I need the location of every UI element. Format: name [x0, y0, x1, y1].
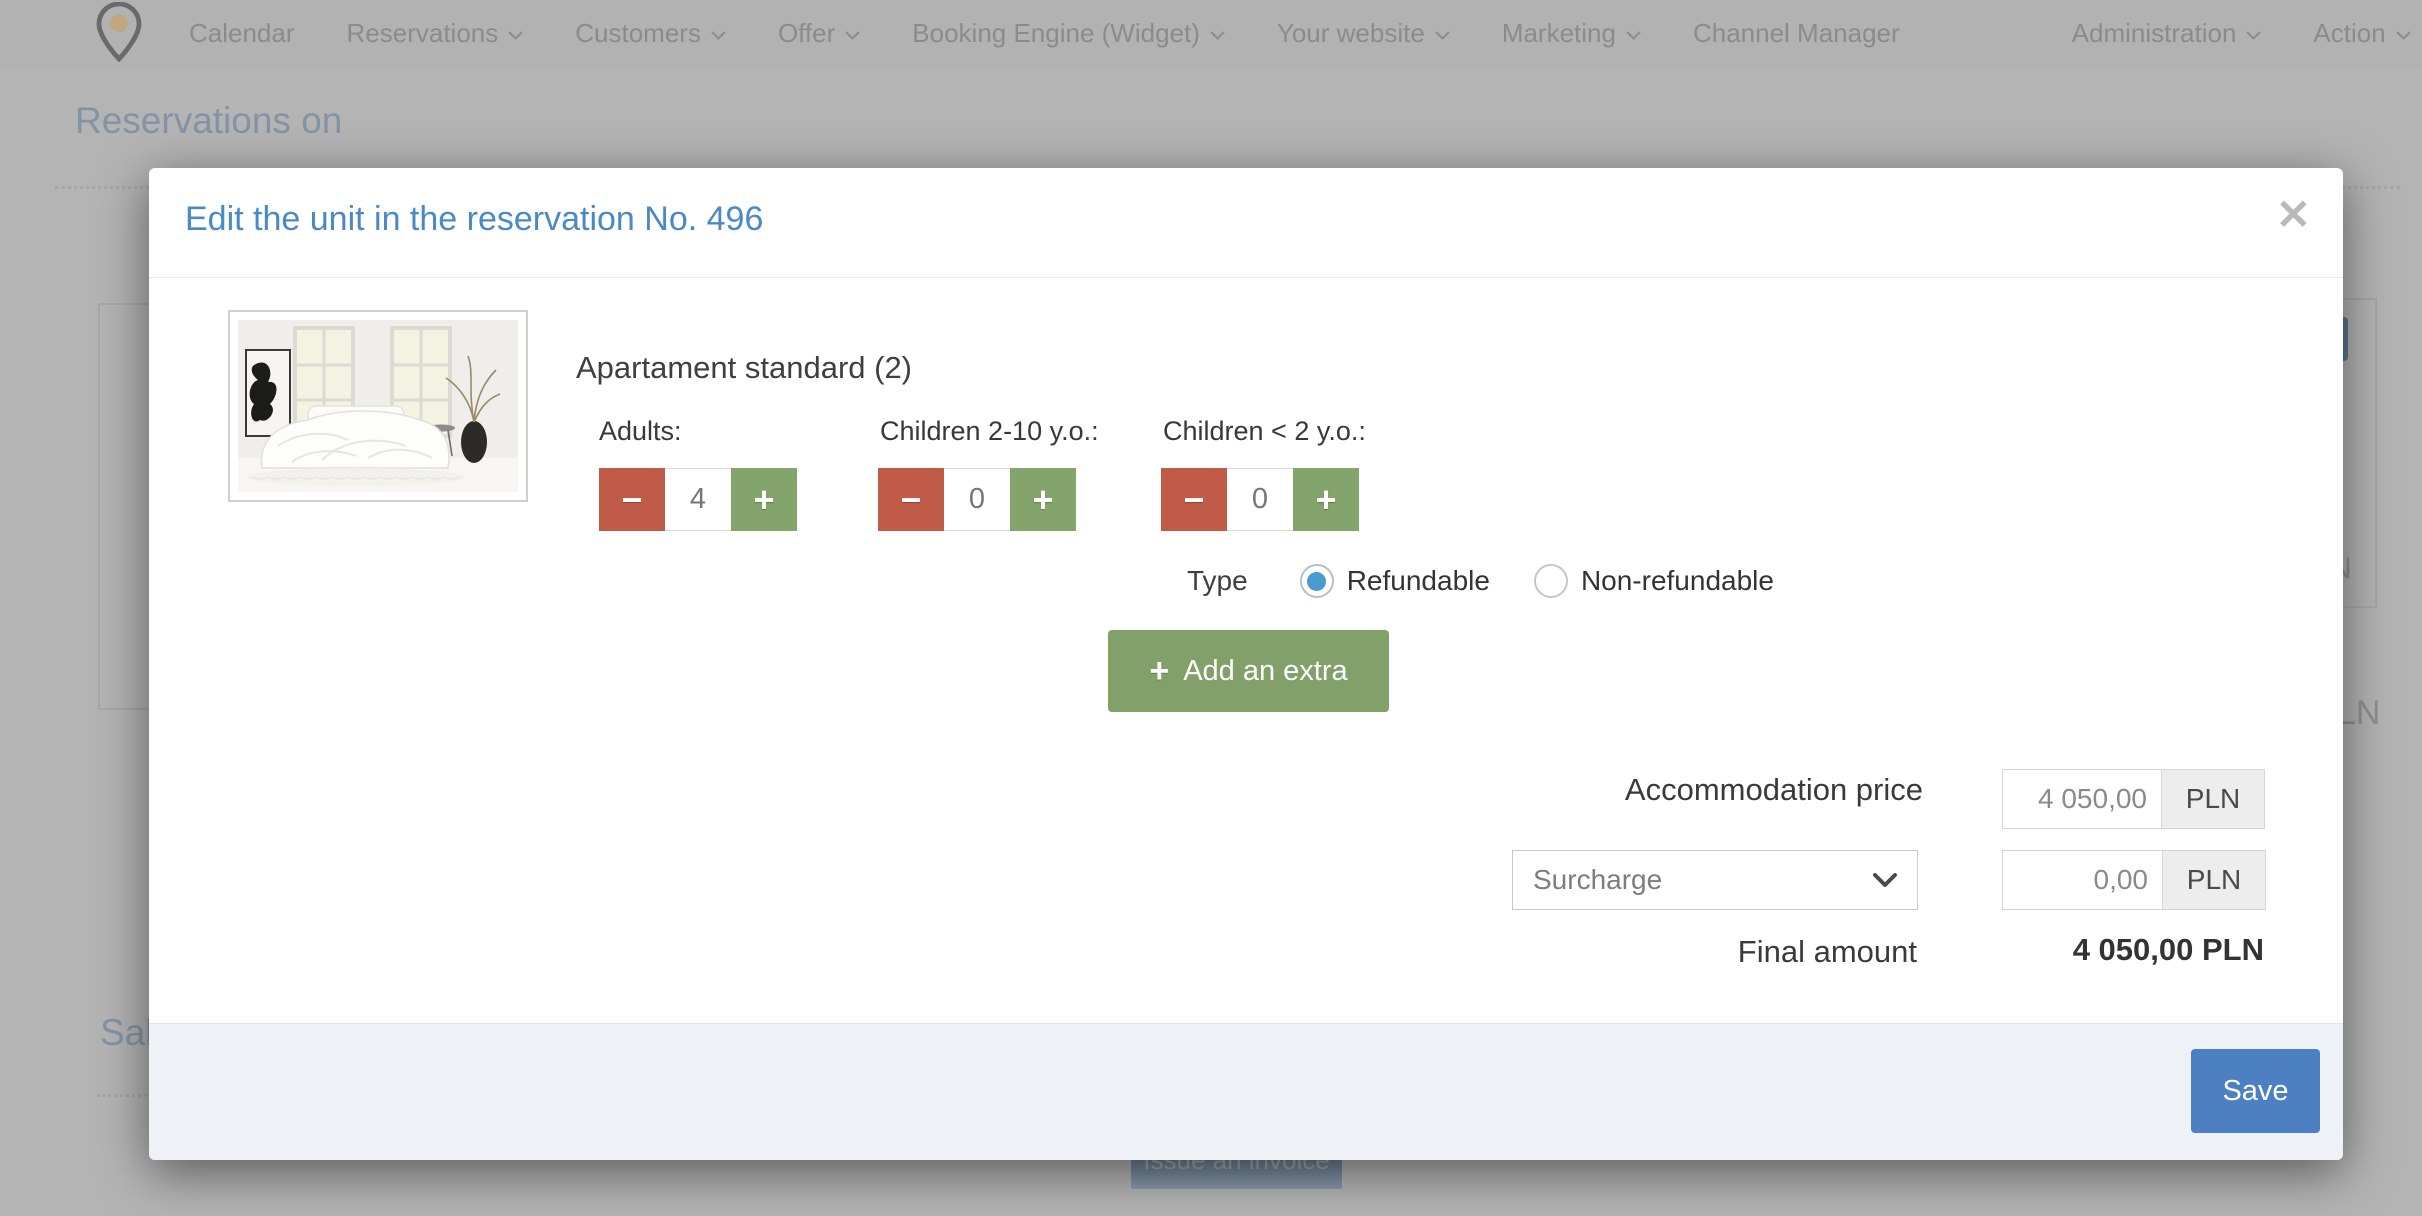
add-extra-label: Add an extra: [1183, 655, 1347, 688]
unit-name: Apartament standard (2): [576, 350, 912, 386]
nav-item-channel-manager[interactable]: Channel Manager: [1667, 18, 1926, 49]
surcharge-amount-group: PLN: [2002, 850, 2266, 910]
top-nav: Calendar Reservations Customers Offer Bo…: [0, 0, 2422, 66]
surcharge-selected-option: Surcharge: [1533, 864, 1662, 896]
type-label: Type: [1187, 565, 1248, 597]
children-2-10-count-input[interactable]: [944, 468, 1010, 531]
nav-item-label: Calendar: [189, 18, 295, 49]
radio-label: Refundable: [1347, 565, 1490, 597]
nav-list: Calendar Reservations Customers Offer Bo…: [163, 18, 2422, 49]
radio-unselected-icon: [1534, 564, 1568, 598]
chevron-down-icon: [508, 31, 523, 40]
nav-item-label: Your website: [1277, 18, 1425, 49]
nav-item-label: Channel Manager: [1693, 18, 1900, 49]
nav-item-calendar[interactable]: Calendar: [163, 18, 321, 49]
nav-item-administration[interactable]: Administration: [2046, 18, 2288, 49]
surcharge-select[interactable]: Surcharge: [1512, 850, 1918, 910]
children-under-2-stepper: − +: [1161, 468, 1359, 531]
nav-item-label: Administration: [2072, 18, 2237, 49]
children-2-10-stepper: − +: [878, 468, 1076, 531]
nav-item-label: Customers: [575, 18, 701, 49]
nav-item-customers[interactable]: Customers: [549, 18, 752, 49]
type-row: Type Refundable Non-refundable: [1187, 564, 1818, 598]
children-2-10-label: Children 2-10 y.o.:: [880, 416, 1099, 447]
final-amount-value: 4 050,00 PLN: [2073, 932, 2264, 968]
nav-item-marketing[interactable]: Marketing: [1476, 18, 1667, 49]
nav-item-reservations[interactable]: Reservations: [321, 18, 550, 49]
background-text-fragment: LN: [2337, 694, 2380, 733]
radio-non-refundable[interactable]: Non-refundable: [1534, 564, 1774, 598]
chevron-down-icon: [1626, 31, 1641, 40]
nav-item-label: Booking Engine (Widget): [912, 18, 1200, 49]
nav-item-offer[interactable]: Offer: [752, 18, 886, 49]
nav-item-label: Action: [2313, 18, 2385, 49]
children-under-2-label: Children < 2 y.o.:: [1163, 416, 1366, 447]
modal-header: Edit the unit in the reservation No. 496…: [149, 168, 2343, 278]
nav-item-booking-engine[interactable]: Booking Engine (Widget): [886, 18, 1251, 49]
nav-item-action[interactable]: Action: [2287, 18, 2422, 49]
close-icon[interactable]: ✕: [2276, 194, 2311, 236]
minus-button[interactable]: −: [878, 468, 944, 531]
currency-addon: PLN: [2162, 851, 2265, 909]
chevron-down-icon: [2396, 31, 2411, 40]
save-button[interactable]: Save: [2191, 1049, 2320, 1133]
accommodation-price-group: PLN: [2002, 769, 2265, 829]
radio-label: Non-refundable: [1581, 565, 1774, 597]
plus-button[interactable]: +: [1010, 468, 1076, 531]
plus-button[interactable]: +: [731, 468, 797, 531]
nav-item-your-website[interactable]: Your website: [1251, 18, 1476, 49]
minus-button[interactable]: −: [1161, 468, 1227, 531]
nav-item-label: Offer: [778, 18, 835, 49]
page-title: Reservations on: [75, 100, 342, 142]
children-under-2-count-input[interactable]: [1227, 468, 1293, 531]
accommodation-price-input[interactable]: [2003, 770, 2161, 828]
chevron-down-icon: [1435, 31, 1450, 40]
edit-unit-modal: Edit the unit in the reservation No. 496…: [149, 168, 2343, 1160]
bedroom-image: [238, 320, 518, 492]
radio-selected-icon: [1300, 564, 1334, 598]
adults-label: Adults:: [599, 416, 682, 447]
chevron-down-icon: [711, 31, 726, 40]
radio-refundable[interactable]: Refundable: [1300, 564, 1490, 598]
minus-button[interactable]: −: [599, 468, 665, 531]
currency-addon: PLN: [2161, 770, 2264, 828]
chevron-down-icon: [1873, 873, 1897, 888]
room-photo: [228, 310, 528, 502]
nav-item-label: Reservations: [347, 18, 499, 49]
chevron-down-icon: [1210, 31, 1225, 40]
chevron-down-icon: [845, 31, 860, 40]
modal-title: Edit the unit in the reservation No. 496: [185, 200, 763, 239]
modal-footer: Save: [149, 1023, 2343, 1160]
plus-button[interactable]: +: [1293, 468, 1359, 531]
nav-item-label: Marketing: [1502, 18, 1616, 49]
final-amount-label: Final amount: [1738, 934, 1917, 970]
surcharge-amount-input[interactable]: [2003, 851, 2162, 909]
page: Calendar Reservations Customers Offer Bo…: [0, 0, 2422, 1216]
adults-count-input[interactable]: [665, 468, 731, 531]
chevron-down-icon: [2246, 31, 2261, 40]
plus-icon: +: [1149, 652, 1169, 691]
accommodation-price-label: Accommodation price: [1625, 772, 1923, 808]
map-pin-logo-icon[interactable]: [95, 2, 143, 64]
adults-stepper: − +: [599, 468, 797, 531]
add-extra-button[interactable]: + Add an extra: [1108, 630, 1389, 712]
